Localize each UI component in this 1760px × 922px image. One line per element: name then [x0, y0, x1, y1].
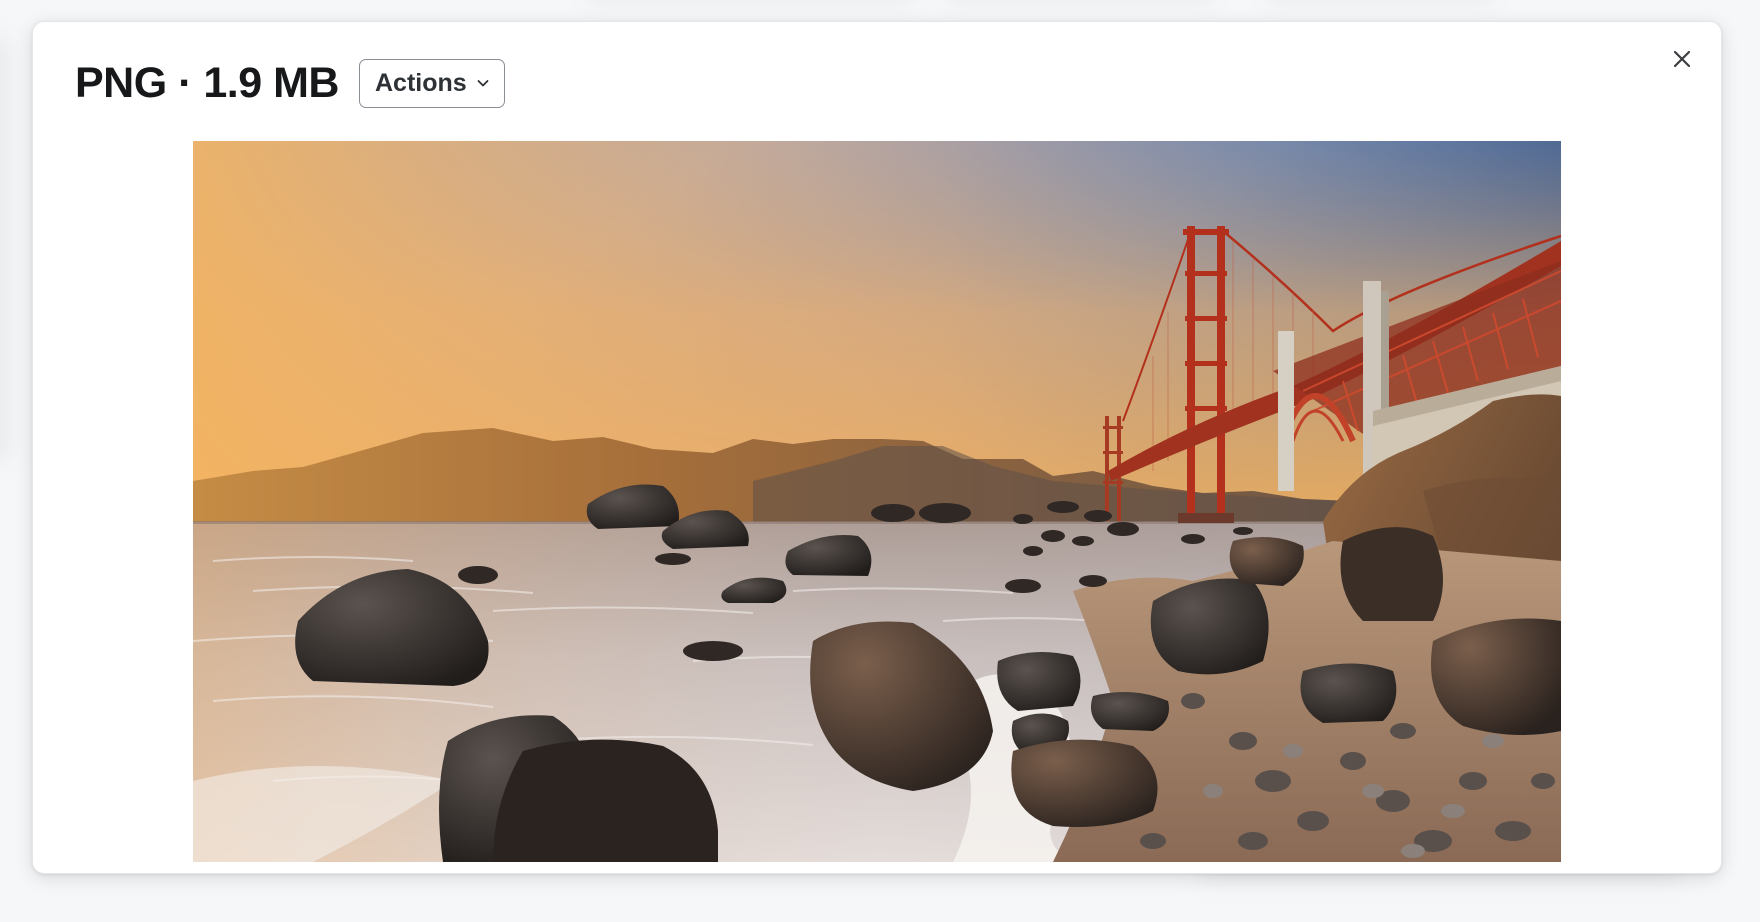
modal-header: PNG · 1.9 MB Actions — [75, 57, 505, 109]
image-preview-modal: PNG · 1.9 MB Actions — [32, 21, 1722, 874]
image-preview — [193, 141, 1561, 862]
chevron-down-icon — [476, 76, 490, 90]
close-icon — [1671, 48, 1693, 70]
preview-image — [193, 141, 1561, 862]
file-type-size-title: PNG · 1.9 MB — [75, 58, 340, 107]
close-button[interactable] — [1665, 42, 1699, 76]
actions-dropdown-button[interactable]: Actions — [359, 58, 505, 108]
actions-button-label: Actions — [375, 68, 467, 97]
